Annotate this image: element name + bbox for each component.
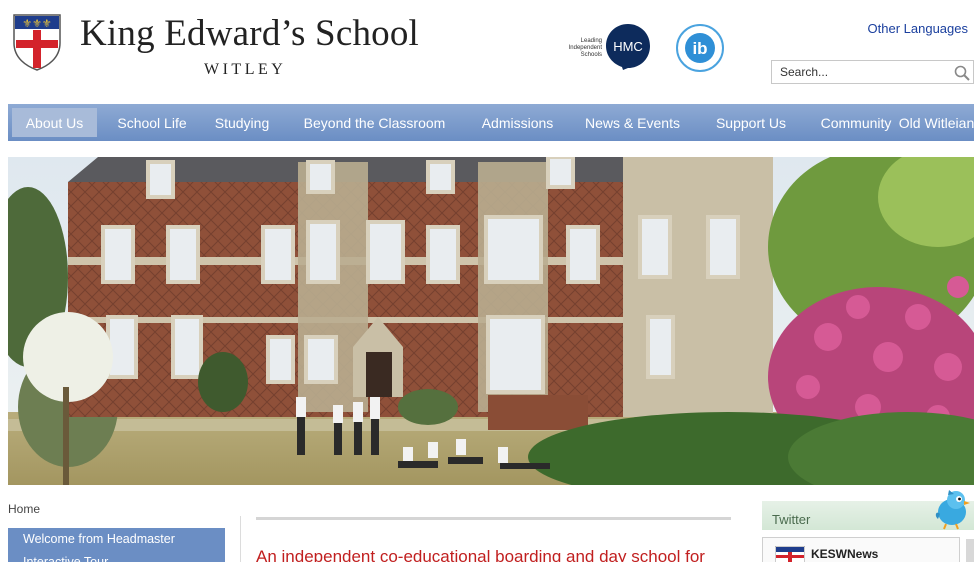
tweet-avatar-crest [775,546,805,562]
hero-image [8,157,974,485]
twitter-scrollbar[interactable] [966,539,974,562]
search-input[interactable] [772,61,952,83]
hmc-tagline: Leading Independent Schools [568,38,602,58]
nav-about-us[interactable]: About Us [12,108,97,137]
twitter-heading: Twitter [772,512,811,527]
school-building-photo [8,157,974,485]
nav-community[interactable]: Community [806,104,906,141]
twitter-bird-icon[interactable] [932,486,972,530]
intro-heading: An independent co-educational boarding a… [256,547,705,562]
nav-support-us[interactable]: Support Us [696,104,806,141]
content-rule [256,517,731,520]
ib-abbr: ib [692,39,707,58]
nav-news-events[interactable]: News & Events [569,104,696,141]
search-box [771,60,974,84]
tweet-item[interactable]: KESWNews [762,537,960,562]
column-divider [240,516,241,562]
nav-school-life[interactable]: School Life [103,104,201,141]
hmc-abbr: HMC [613,39,643,54]
subnav-interactive-tour[interactable]: Interactive Tour [8,551,225,562]
school-location: WITLEY [204,61,287,78]
search-icon[interactable] [953,64,971,82]
school-crest-logo[interactable]: ⚜⚜⚜ [12,13,62,71]
main-nav: About Us School Life Studying Beyond the… [8,104,974,141]
nav-beyond-the-classroom[interactable]: Beyond the Classroom [283,104,466,141]
nav-studying[interactable]: Studying [201,104,283,141]
tweet-username[interactable]: KESWNews [811,547,878,561]
breadcrumb[interactable]: Home [8,502,40,516]
other-languages-link[interactable]: Other Languages [868,21,968,36]
nav-admissions[interactable]: Admissions [466,104,569,141]
svg-text:⚜⚜⚜: ⚜⚜⚜ [22,17,52,30]
school-name[interactable]: King Edward’s School [80,12,419,55]
page: ⚜⚜⚜ King Edward’s School WITLEY Leading … [0,0,974,562]
subnav-welcome-headmaster[interactable]: Welcome from Headmaster [8,528,225,551]
ib-logo[interactable]: ib [675,23,725,73]
hmc-logo[interactable]: HMC [605,23,651,71]
nav-old-witleians[interactable]: Old Witleians [899,104,974,141]
left-subnav: Welcome from Headmaster Interactive Tour [8,528,225,562]
